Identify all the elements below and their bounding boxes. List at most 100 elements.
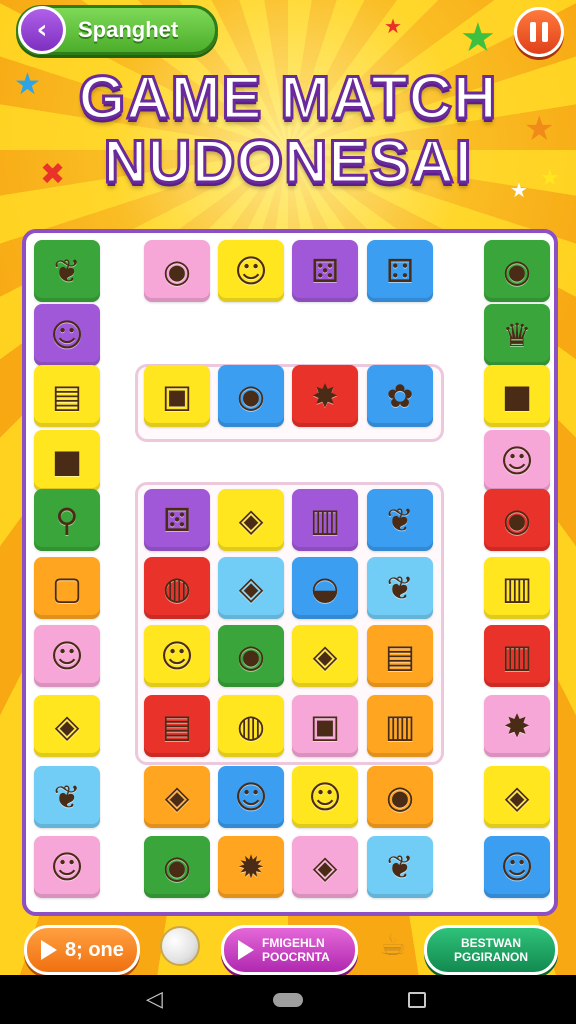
game-tile[interactable]: ◉ xyxy=(484,240,550,302)
play-icon xyxy=(41,940,57,960)
game-tile[interactable]: ◈ xyxy=(292,625,358,687)
nav-back-icon[interactable]: ◁ xyxy=(146,989,163,1011)
game-tile[interactable]: ■ xyxy=(34,430,100,492)
strawberry-icon: ☺ xyxy=(308,778,342,816)
dice-cube-icon: ⚃ xyxy=(386,252,414,290)
game-tile[interactable]: ☺ xyxy=(144,625,210,687)
potion-tube-icon: ◈ xyxy=(238,569,264,607)
game-tile[interactable]: ☺ xyxy=(34,836,100,898)
game-tile[interactable]: ◍ xyxy=(144,557,210,619)
game-tile[interactable]: ▥ xyxy=(484,625,550,687)
potion-tube-icon: ◈ xyxy=(312,848,338,886)
pause-icon-bar xyxy=(542,22,548,42)
game-tile[interactable]: ❦ xyxy=(367,557,433,619)
game-tile[interactable]: ◈ xyxy=(34,695,100,757)
game-tile[interactable]: ◉ xyxy=(144,836,210,898)
game-tile[interactable]: ◉ xyxy=(218,365,284,427)
promo-button[interactable]: FMIGEHLN POOCRNTA xyxy=(221,925,358,975)
game-tile[interactable]: ☺ xyxy=(218,240,284,302)
game-tile[interactable]: ◈ xyxy=(218,489,284,551)
game-tile[interactable]: ▥ xyxy=(367,695,433,757)
potion-tube-icon: ◈ xyxy=(504,778,530,816)
back-button[interactable]: ‹ xyxy=(18,6,66,54)
cat-face-icon: ☺ xyxy=(50,848,84,886)
game-tile[interactable]: ☺ xyxy=(218,766,284,828)
pearl-orb-icon[interactable] xyxy=(160,926,200,966)
system-nav-bar: ◁ xyxy=(0,975,576,1024)
book-stack-icon: ▤ xyxy=(161,707,193,745)
planet-icon: ◉ xyxy=(503,252,531,290)
best-label-line1: BESTWAN xyxy=(460,936,521,950)
game-title: GAME MATCH NUDONESAI xyxy=(0,64,576,195)
title-line-2: NUDONESAI xyxy=(102,128,473,195)
promo-label-line1: FMIGEHLN xyxy=(262,936,325,950)
game-tile[interactable]: ✹ xyxy=(218,836,284,898)
game-tile[interactable]: ◍ xyxy=(218,695,284,757)
chat-box-icon: ▢ xyxy=(51,569,83,607)
nav-recent-icon[interactable] xyxy=(408,992,426,1008)
game-tile[interactable]: ✿ xyxy=(367,365,433,427)
pause-button[interactable] xyxy=(514,7,564,57)
play-one-label: 8; one xyxy=(65,938,124,961)
game-tile[interactable]: ◈ xyxy=(218,557,284,619)
cat-face-icon: ☺ xyxy=(160,637,194,675)
game-tile[interactable]: ▣ xyxy=(292,695,358,757)
game-tile[interactable]: ▤ xyxy=(367,625,433,687)
game-tile[interactable]: ◈ xyxy=(292,836,358,898)
game-tile[interactable]: ❦ xyxy=(367,836,433,898)
potion-tube-icon: ◈ xyxy=(238,501,264,539)
cat-face-icon: ☺ xyxy=(50,637,84,675)
game-tile[interactable]: ☺ xyxy=(34,304,100,366)
leaf-icon: ❦ xyxy=(386,569,414,607)
game-tile[interactable]: ❦ xyxy=(367,489,433,551)
cup-icon[interactable]: ☕ xyxy=(376,926,410,966)
book-heart-icon: ▤ xyxy=(51,377,83,415)
fish-icon: ✿ xyxy=(386,377,414,415)
game-tile[interactable]: ▢ xyxy=(34,557,100,619)
cat-face-icon: ☺ xyxy=(234,252,268,290)
game-tile[interactable]: ☺ xyxy=(484,430,550,492)
game-tile[interactable]: ▤ xyxy=(34,365,100,427)
promo-label-line2: POOCRNTA xyxy=(262,950,330,964)
game-tile[interactable]: ⚄ xyxy=(292,240,358,302)
game-tile[interactable]: ♛ xyxy=(484,304,550,366)
pause-icon xyxy=(530,22,536,42)
treasure-chest-icon: ▥ xyxy=(309,501,341,539)
play-one-button[interactable]: 8; one xyxy=(24,925,140,975)
game-tile[interactable]: ▤ xyxy=(144,695,210,757)
game-tile[interactable]: ❦ xyxy=(34,766,100,828)
game-tile[interactable]: ⚲ xyxy=(34,489,100,551)
game-tile[interactable]: ✸ xyxy=(484,695,550,757)
game-tile[interactable]: ☺ xyxy=(34,625,100,687)
game-tile[interactable]: ☺ xyxy=(292,766,358,828)
nav-home-icon[interactable] xyxy=(273,993,303,1007)
game-tile[interactable]: ◒ xyxy=(292,557,358,619)
game-tile[interactable]: ◈ xyxy=(484,766,550,828)
game-tile[interactable]: ✸ xyxy=(292,365,358,427)
game-tile[interactable]: ◉ xyxy=(144,240,210,302)
game-tile[interactable]: ◉ xyxy=(367,766,433,828)
cube-icon: ■ xyxy=(501,377,533,415)
title-line-1: GAME MATCH xyxy=(77,64,498,131)
game-tile[interactable]: ▥ xyxy=(484,557,550,619)
game-tile[interactable]: ■ xyxy=(484,365,550,427)
treasure-chest-icon: ▥ xyxy=(501,637,533,675)
game-tile[interactable]: ⚄ xyxy=(144,489,210,551)
book-stack-icon: ▤ xyxy=(384,637,416,675)
play-icon xyxy=(238,940,254,960)
best-button[interactable]: BESTWAN PGGIRANON xyxy=(424,925,558,975)
game-tile[interactable]: ❦ xyxy=(34,240,100,302)
game-tile[interactable]: ◉ xyxy=(484,489,550,551)
magic-lamp-icon: ✸ xyxy=(503,707,531,745)
cat-face-icon: ☺ xyxy=(50,316,84,354)
game-tile[interactable]: ☺ xyxy=(484,836,550,898)
camera-icon: ▣ xyxy=(309,707,341,745)
game-tile[interactable]: ▣ xyxy=(144,365,210,427)
camera-icon: ▣ xyxy=(161,377,193,415)
game-tile[interactable]: ⚃ xyxy=(367,240,433,302)
game-tile[interactable]: ◈ xyxy=(144,766,210,828)
level-name-label: Spanghet xyxy=(78,17,179,42)
treasure-chest-icon: ▥ xyxy=(501,569,533,607)
game-tile[interactable]: ▥ xyxy=(292,489,358,551)
game-tile[interactable]: ◉ xyxy=(218,625,284,687)
